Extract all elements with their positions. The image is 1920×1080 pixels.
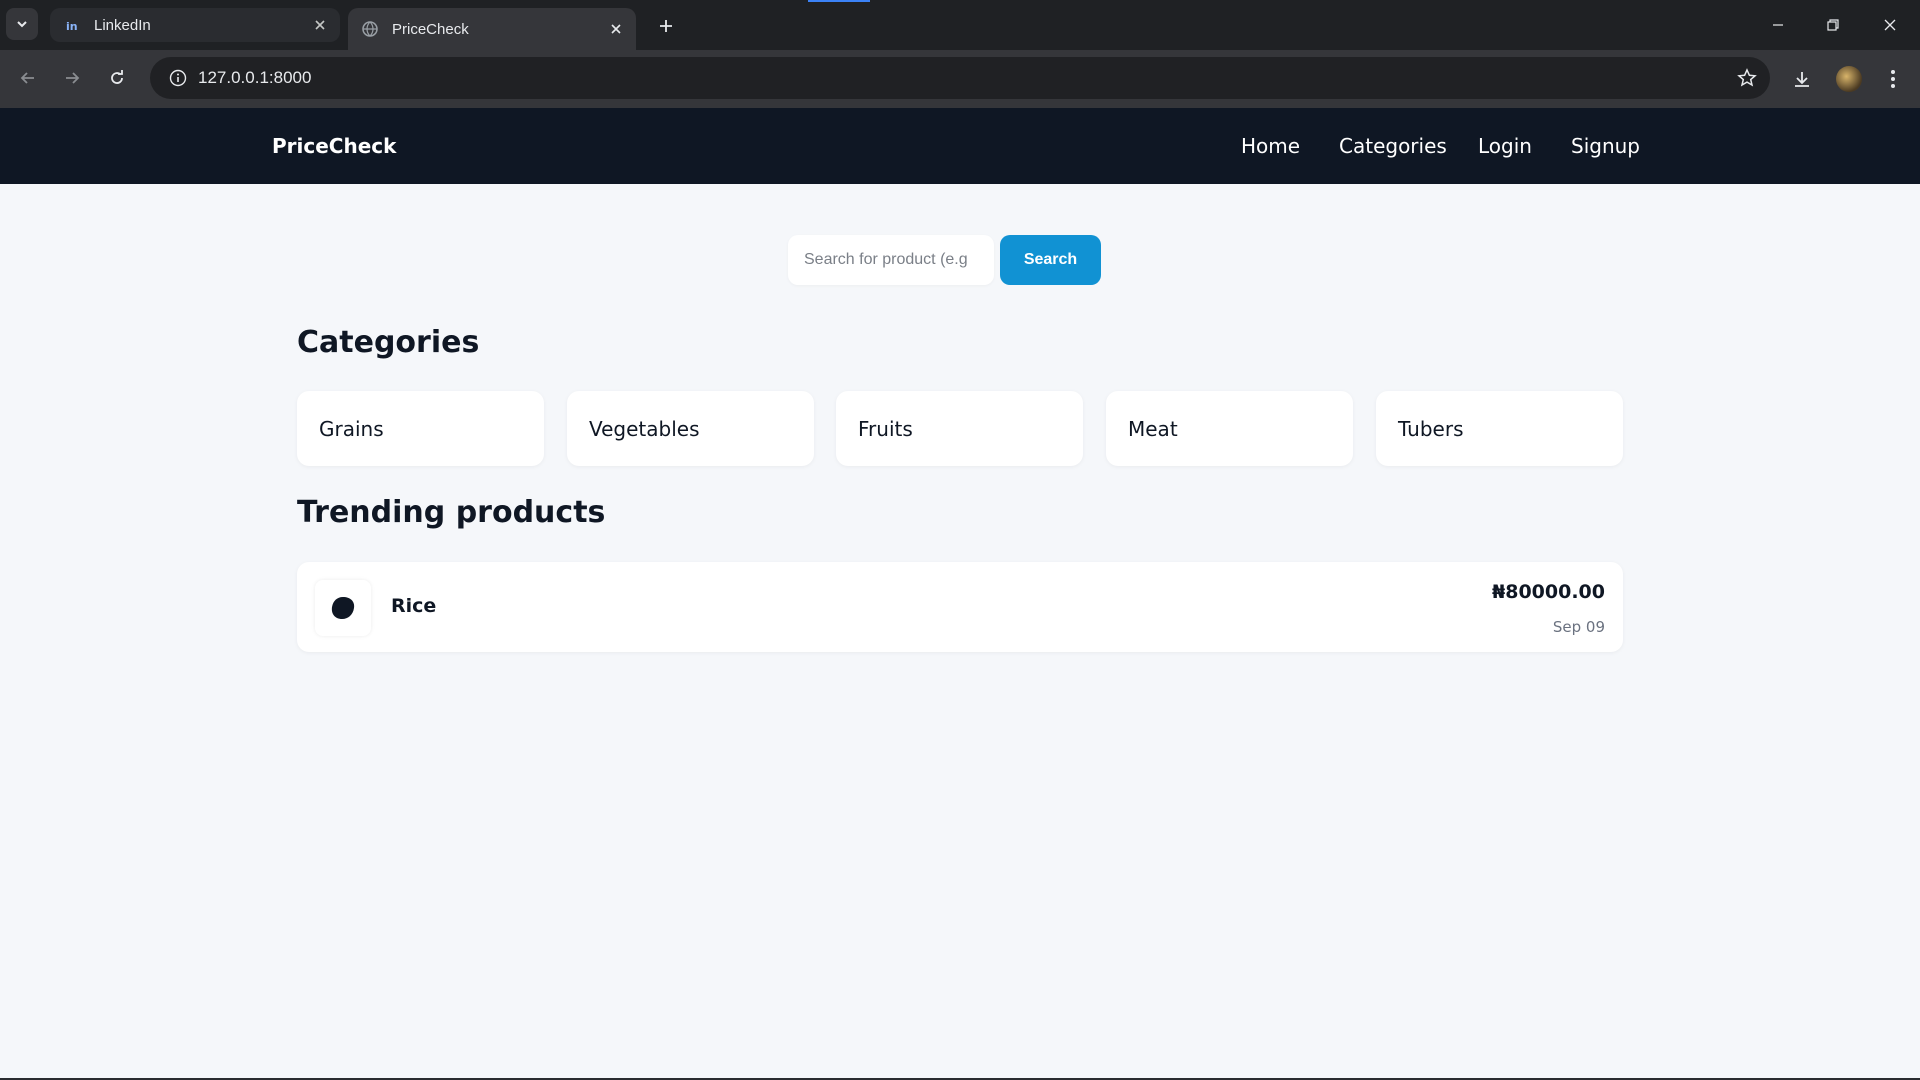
category-card-grains[interactable]: Grains: [297, 391, 544, 466]
product-row[interactable]: Rice ₦80000.00 Sep 09: [297, 562, 1623, 652]
product-thumbnail: [315, 580, 371, 636]
avatar: [1836, 66, 1862, 92]
downloads-button[interactable]: [1786, 63, 1818, 95]
back-button[interactable]: [12, 62, 44, 94]
search-button[interactable]: Search: [1000, 235, 1101, 285]
chevron-down-icon: [17, 21, 27, 28]
more-vertical-icon: [1891, 70, 1895, 88]
bookmark-star-icon[interactable]: [1736, 67, 1758, 89]
plus-icon: [660, 20, 672, 32]
forward-button[interactable]: [56, 62, 88, 94]
linkedin-icon: in: [64, 17, 80, 33]
new-tab-button[interactable]: [652, 12, 680, 40]
arrow-left-icon: [20, 72, 34, 84]
nav-login[interactable]: Login: [1478, 134, 1532, 158]
nav-categories[interactable]: Categories: [1339, 134, 1447, 158]
category-label: Vegetables: [589, 416, 700, 441]
search-input[interactable]: [788, 235, 994, 285]
nav-home[interactable]: Home: [1241, 134, 1300, 158]
restore-button[interactable]: [1813, 10, 1853, 40]
address-bar[interactable]: 127.0.0.1:8000: [150, 57, 1770, 99]
reload-icon: [111, 70, 123, 84]
url-text: 127.0.0.1:8000: [198, 68, 312, 87]
category-label: Tubers: [1398, 416, 1464, 441]
tab-linkedin[interactable]: in LinkedIn: [50, 8, 340, 42]
minimize-button[interactable]: [1758, 10, 1798, 40]
category-card-tubers[interactable]: Tubers: [1376, 391, 1623, 466]
category-label: Meat: [1128, 416, 1178, 441]
brand-logo[interactable]: PriceCheck: [272, 134, 396, 158]
product-name: Rice: [391, 595, 437, 617]
tab-indicator: [808, 0, 870, 2]
globe-icon: [362, 21, 378, 37]
arrow-right-icon: [66, 72, 80, 84]
product-price: ₦80000.00: [1492, 581, 1605, 603]
close-window-button[interactable]: [1870, 10, 1910, 40]
close-icon: [1884, 19, 1896, 31]
reload-button[interactable]: [101, 62, 133, 94]
tab-title: LinkedIn: [94, 16, 151, 34]
browser-tab-bar: in LinkedIn PriceCheck: [0, 0, 1920, 50]
rice-blob-icon: [331, 597, 355, 619]
close-icon[interactable]: [310, 15, 330, 35]
download-icon: [1795, 72, 1809, 87]
category-card-meat[interactable]: Meat: [1106, 391, 1353, 466]
tab-title: PriceCheck: [392, 20, 469, 38]
tab-pricecheck[interactable]: PriceCheck: [348, 8, 636, 50]
close-icon[interactable]: [606, 19, 626, 39]
categories-heading: Categories: [297, 325, 480, 360]
trending-heading: Trending products: [297, 495, 606, 530]
category-label: Grains: [319, 416, 384, 441]
tab-search-button[interactable]: [6, 8, 38, 40]
category-card-fruits[interactable]: Fruits: [836, 391, 1083, 466]
menu-button[interactable]: [1877, 63, 1909, 95]
category-label: Fruits: [858, 416, 913, 441]
restore-icon: [1827, 19, 1839, 31]
browser-toolbar: 127.0.0.1:8000: [0, 50, 1920, 108]
product-date: Sep 09: [1552, 618, 1605, 636]
profile-button[interactable]: [1833, 63, 1865, 95]
site-header: PriceCheck Home Categories Login Signup: [0, 108, 1920, 184]
nav-signup[interactable]: Signup: [1571, 134, 1640, 158]
category-card-vegetables[interactable]: Vegetables: [567, 391, 814, 466]
minimize-icon: [1773, 24, 1783, 26]
svg-text:in: in: [66, 20, 78, 33]
site-info-icon[interactable]: [158, 57, 198, 99]
